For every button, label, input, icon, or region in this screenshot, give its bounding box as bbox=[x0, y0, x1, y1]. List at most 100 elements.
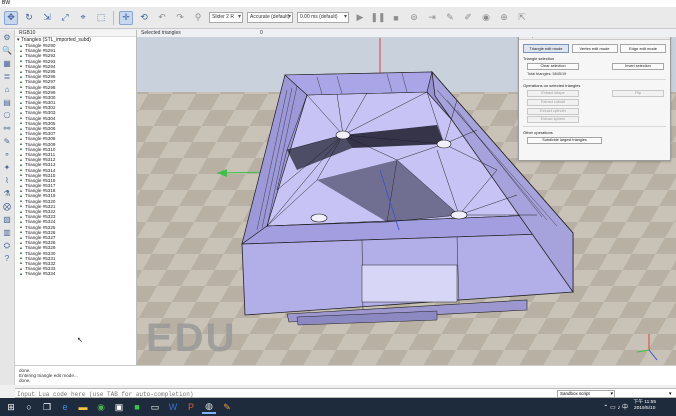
extract-shape-button[interactable]: Extract shape bbox=[527, 90, 579, 97]
camera-icon[interactable]: ⟲ bbox=[137, 11, 151, 25]
sensor-icon[interactable]: ✦ bbox=[2, 162, 13, 173]
selection-button-row: Clear selection Invert selection bbox=[519, 61, 670, 70]
triangle-shape-icon: ▲ bbox=[19, 94, 23, 100]
flip-button[interactable]: Flip bbox=[612, 90, 664, 97]
edit-mode-row: Triangle edit mode Vertex edit mode Edge… bbox=[519, 40, 670, 53]
clock-date: 2019/5/10 bbox=[634, 406, 656, 411]
tree-item-label: Triangle #5334 bbox=[25, 271, 56, 277]
mesh-icon[interactable]: ▧ bbox=[2, 214, 13, 225]
shape-edition-dialog: Shape Edition Triangle edit mode Vertex … bbox=[518, 31, 671, 161]
move-icon[interactable]: ✥ bbox=[4, 10, 18, 25]
link-tool-icon[interactable]: ⚯ bbox=[2, 123, 13, 134]
triangle-shape-icon: ▲ bbox=[19, 125, 23, 131]
triangle-shape-icon: ▲ bbox=[19, 234, 23, 240]
collision-icon[interactable]: ⨂ bbox=[2, 201, 13, 212]
edge-mode-button[interactable]: Edge edit mode bbox=[620, 44, 666, 53]
compose-icon[interactable]: ✎ bbox=[443, 11, 457, 25]
windows-icon[interactable]: ⊞ bbox=[4, 400, 18, 414]
invert-selection-button[interactable]: Invert selection bbox=[612, 63, 664, 70]
triangle-shape-icon: ▲ bbox=[19, 229, 23, 235]
chrome-icon[interactable]: ◉ bbox=[94, 400, 108, 414]
status-line: done. bbox=[19, 378, 31, 383]
clock[interactable]: 下午 11:55 2019/5/10 bbox=[633, 400, 656, 412]
undo-icon[interactable]: ↶ bbox=[155, 11, 169, 25]
edu-watermark: EDU bbox=[146, 316, 237, 360]
taskview-icon[interactable]: ❐ bbox=[40, 400, 54, 414]
scale-icon[interactable]: ⇲ bbox=[40, 11, 54, 25]
zoom-icon[interactable]: 🔍 bbox=[2, 45, 13, 56]
triangle-shape-icon: ▲ bbox=[19, 68, 23, 74]
extract-cylinder-button[interactable]: Extract cylinder bbox=[527, 107, 579, 115]
ppt-icon[interactable]: P bbox=[184, 400, 198, 414]
grid-icon[interactable]: ▦ bbox=[2, 58, 13, 69]
layers-icon[interactable]: ≣ bbox=[2, 71, 13, 82]
target-icon[interactable]: ⊕ bbox=[497, 11, 511, 25]
edge-icon[interactable]: e bbox=[58, 400, 72, 414]
path-icon[interactable]: ⌇ bbox=[2, 175, 13, 186]
subdivide-button[interactable]: Subdivide largest triangles bbox=[527, 137, 602, 144]
line-icon[interactable]: ■ bbox=[130, 400, 144, 414]
terminal-icon[interactable]: ▭ bbox=[148, 400, 162, 414]
triangle-shape-icon: ▲ bbox=[19, 270, 23, 276]
left-icon-strip: ⚙ 🔍 ▦ ≣ ⌂ ▤ ⎔ ⚯ ✎ ⚬ ✦ ⌇ ⚗ ⨂ ▧ ▥ ⛭ ? bbox=[0, 30, 15, 385]
accuracy-select[interactable]: Accurate (default) bbox=[247, 12, 293, 23]
select-box-icon[interactable]: ⬚ bbox=[94, 11, 108, 25]
brush-icon[interactable]: ✐ bbox=[461, 11, 475, 25]
window-title: BW bbox=[2, 0, 11, 6]
triangle-shape-icon: ▲ bbox=[19, 203, 23, 209]
main-toolbar: ✥ ↻ ⇲ ⤢ ⌖ ⬚ ✛ ⟲ ↶ ↷ ⚲ Slider 2 R Accurat… bbox=[0, 7, 676, 29]
extract-shape-row: Extract shape Flip bbox=[519, 88, 670, 97]
stack-icon[interactable]: ▥ bbox=[2, 227, 13, 238]
paint-icon[interactable]: ✎ bbox=[220, 400, 234, 414]
engine-select[interactable]: Slider 2 R bbox=[209, 12, 243, 23]
script-select[interactable]: Sandbox script bbox=[557, 390, 615, 398]
redo-icon[interactable]: ↷ bbox=[173, 11, 187, 25]
pan-icon[interactable]: ✛ bbox=[119, 10, 133, 25]
total-triangles-label: Total triangles: 5845/19 bbox=[527, 72, 567, 76]
resize-icon[interactable]: ⇱ bbox=[515, 11, 529, 25]
word-icon[interactable]: W bbox=[166, 400, 180, 414]
explorer-icon[interactable]: ▬ bbox=[76, 400, 90, 414]
clear-selection-button[interactable]: Clear selection bbox=[527, 63, 579, 70]
dynamics-icon[interactable]: ⚗ bbox=[2, 188, 13, 199]
record-icon[interactable]: ⊚ bbox=[407, 11, 421, 25]
coppelia-icon[interactable]: ◍ bbox=[202, 400, 216, 414]
play-icon[interactable]: ▶ bbox=[353, 11, 367, 25]
fit-icon[interactable]: ⤢ bbox=[58, 11, 72, 25]
link-icon[interactable]: ⚲ bbox=[191, 11, 205, 25]
command-bar: Sandbox script ▾ bbox=[15, 388, 676, 398]
rotate-icon[interactable]: ↻ bbox=[22, 11, 36, 25]
graph-icon[interactable]: ▤ bbox=[2, 97, 13, 108]
step-icon[interactable]: ⇥ bbox=[425, 11, 439, 25]
extract-cuboid-button[interactable]: Extract cuboid bbox=[527, 99, 579, 106]
chevron-down-icon[interactable]: ▾ bbox=[669, 390, 675, 398]
triangle-shape-icon: ▲ bbox=[19, 208, 23, 214]
script-icon[interactable]: ✎ bbox=[2, 136, 13, 147]
tree-item-triangle[interactable]: ▲ Triangle #5334 bbox=[15, 271, 136, 276]
timestep-select[interactable]: 0.00 ms (default) bbox=[297, 12, 349, 23]
model-icon[interactable]: ⌂ bbox=[2, 84, 13, 95]
eye-icon[interactable]: ◉ bbox=[479, 11, 493, 25]
select-shape-icon[interactable]: ⌖ bbox=[76, 11, 90, 25]
search-icon[interactable]: ○ bbox=[22, 400, 36, 414]
triangle-shape-icon: ▲ bbox=[19, 151, 23, 157]
stop-icon[interactable]: ■ bbox=[389, 11, 403, 25]
help-icon[interactable]: ? bbox=[2, 253, 13, 264]
settings-icon[interactable]: ⛭ bbox=[2, 240, 13, 251]
camera-view-icon[interactable]: ⎔ bbox=[2, 110, 13, 121]
extract-sphere-button[interactable]: Extract sphere bbox=[527, 116, 579, 123]
selection-label: Selected triangles bbox=[141, 30, 181, 36]
system-tray[interactable]: ⌃ ▭ ♪ 中 bbox=[603, 402, 628, 411]
properties-icon[interactable]: ⚙ bbox=[2, 32, 13, 43]
triangle-shape-icon: ▲ bbox=[19, 260, 23, 266]
triangle-shape-icon: ▲ bbox=[19, 63, 23, 69]
triangle-mode-button[interactable]: Triangle edit mode bbox=[523, 44, 569, 53]
toolbar-divider bbox=[113, 10, 114, 25]
pause-icon[interactable]: ❚❚ bbox=[370, 11, 385, 25]
app-window: BW ✥ ↻ ⇲ ⤢ ⌖ ⬚ ✛ ⟲ ↶ ↷ ⚲ Slider 2 R Accu… bbox=[0, 0, 676, 416]
vertex-mode-button[interactable]: Vertex edit mode bbox=[571, 44, 618, 53]
joint-icon[interactable]: ⚬ bbox=[2, 149, 13, 160]
title-bar: BW bbox=[0, 0, 676, 7]
lua-command-input[interactable] bbox=[17, 390, 517, 398]
store-icon[interactable]: ▣ bbox=[112, 400, 126, 414]
